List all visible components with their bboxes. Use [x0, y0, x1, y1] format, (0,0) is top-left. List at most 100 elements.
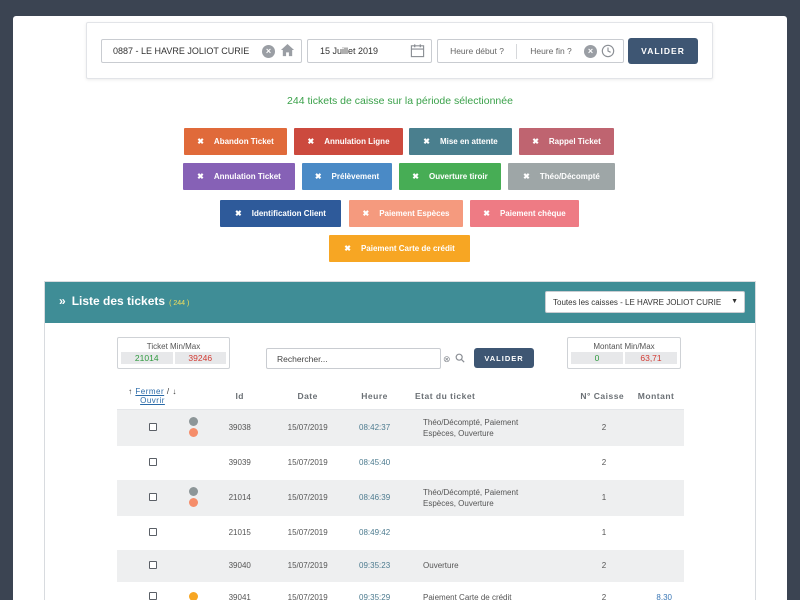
clear-store-icon[interactable]: × — [262, 45, 275, 58]
remove-tag-icon[interactable]: ✖ — [412, 172, 419, 181]
tag-prelevement[interactable]: ✖ Prélèvement — [302, 163, 392, 190]
table-row[interactable]: 39038 15/07/2019 08:42:37 Théo/Décompté, Pa… — [117, 409, 684, 447]
row-checkbox[interactable] — [148, 560, 157, 569]
remove-tag-icon[interactable]: ✖ — [532, 137, 539, 146]
clock-icon[interactable] — [601, 44, 615, 58]
remove-tag-icon[interactable]: ✖ — [315, 172, 322, 181]
tag-label: Paiement chèque — [499, 209, 566, 218]
tag-label: Paiement Espèces — [379, 209, 450, 218]
tickets-summary: 244 tickets de caisse sur la période sél… — [287, 95, 513, 107]
ticket-time: 08:45:40 — [344, 446, 406, 480]
hour-start-input[interactable]: Heure début ? — [438, 46, 516, 56]
remove-tag-icon[interactable]: ✖ — [483, 209, 490, 218]
date-value: 15 Juillet 2019 — [320, 46, 379, 56]
search-validate-button[interactable]: VALIDER — [474, 348, 534, 368]
row-checkbox-cell — [117, 516, 188, 550]
ticket-etat: Ouverture — [405, 549, 548, 583]
ticket-id: 21015 — [208, 516, 272, 550]
row-status-dots — [188, 516, 209, 550]
ticket-id: 39038 — [208, 409, 272, 447]
montant-min-value[interactable]: 0 — [571, 352, 623, 364]
collapse-all-link[interactable]: Fermer — [135, 387, 164, 396]
tag-theo-decompte[interactable]: ✖ Théo/Décompté — [508, 163, 615, 190]
date-picker[interactable]: 15 Juillet 2019 — [307, 39, 432, 63]
ticket-minmax: Ticket Min/Max 21014 39246 — [117, 337, 230, 369]
ticket-caisse: 1 — [547, 516, 629, 550]
tag-label: Annulation Ligne — [324, 137, 390, 146]
validate-filter-button[interactable]: VALIDER — [628, 38, 698, 64]
row-status-dots — [188, 409, 209, 447]
panel-header: » Liste des tickets ( 244 ) Toutes les c… — [45, 282, 755, 323]
col-montant[interactable]: Montant — [628, 384, 684, 410]
row-checkbox[interactable] — [148, 527, 157, 536]
table-row[interactable]: 21014 15/07/2019 08:46:39 Théo/Décompté, Pa… — [117, 479, 684, 517]
tag-paiement-carte-credit[interactable]: ✖ Paiement Carte de crédit — [329, 235, 470, 262]
app-frame: 0887 - LE HAVRE JOLIOT CURIE × 15 Juille… — [13, 16, 787, 600]
remove-tag-icon[interactable]: ✖ — [235, 209, 242, 218]
row-checkbox[interactable] — [148, 457, 157, 466]
expand-all-link[interactable]: Ouvrir — [140, 396, 165, 405]
remove-tag-icon[interactable]: ✖ — [197, 172, 204, 181]
ticket-time: 09:35:23 — [344, 549, 406, 583]
row-checkbox[interactable] — [148, 592, 157, 600]
col-heure[interactable]: Heure — [344, 384, 406, 410]
remove-tag-icon[interactable]: ✖ — [523, 172, 530, 181]
tag-paiement-especes[interactable]: ✖ Paiement Espèces — [349, 200, 463, 227]
store-select[interactable]: 0887 - LE HAVRE JOLIOT CURIE × — [101, 39, 302, 63]
ticket-count-badge: ( 244 ) — [169, 300, 190, 307]
col-caisse[interactable]: N° Caisse — [547, 384, 629, 410]
ticket-montant: 8,30 — [628, 582, 684, 600]
ticket-max-value[interactable]: 39246 — [174, 352, 226, 364]
clear-search-icon[interactable]: ⊗ — [443, 354, 451, 365]
remove-tag-icon[interactable]: ✖ — [197, 137, 204, 146]
ticket-date: 15/07/2019 — [271, 582, 345, 600]
search-icon[interactable] — [455, 353, 465, 363]
col-date[interactable]: Date — [271, 384, 345, 410]
row-checkbox-cell — [117, 549, 188, 583]
home-icon[interactable] — [280, 43, 295, 58]
status-dot-icon — [189, 497, 198, 507]
tag-label: Ouverture tiroir — [429, 172, 488, 181]
montant-minmax-label: Montant Min/Max — [593, 342, 655, 351]
col-id[interactable]: Id — [208, 384, 272, 410]
tag-paiement-cheque[interactable]: ✖ Paiement chèque — [470, 200, 579, 227]
tag-annulation-ticket[interactable]: ✖ Annulation Ticket — [183, 163, 295, 190]
search-input[interactable]: Rechercher... ⊗ — [266, 348, 465, 369]
ticket-caisse: 2 — [547, 446, 629, 480]
row-checkbox[interactable] — [148, 492, 157, 501]
table-row[interactable]: 39041 15/07/2019 09:35:29 Paiement Carte de… — [117, 582, 684, 600]
tag-identification-client[interactable]: ✖ Identification Client — [220, 200, 341, 227]
ticket-montant — [628, 516, 684, 550]
table-row[interactable]: 39039 15/07/2019 08:45:40 2 — [117, 446, 684, 480]
table-row[interactable]: 21015 15/07/2019 08:49:42 1 — [117, 516, 684, 550]
tag-annulation-ligne[interactable]: ✖ Annulation Ligne — [294, 128, 403, 155]
col-etat[interactable]: Etat du ticket — [405, 384, 548, 410]
clear-hours-icon[interactable]: × — [584, 45, 597, 58]
remove-tag-icon[interactable]: ✖ — [423, 137, 430, 146]
ticket-id: 39041 — [208, 582, 272, 600]
row-checkbox[interactable] — [148, 422, 157, 431]
tag-rappel-ticket[interactable]: ✖ Rappel Ticket — [519, 128, 614, 155]
tag-mise-en-attente[interactable]: ✖ Mise en attente — [409, 128, 512, 155]
ticket-min-value[interactable]: 21014 — [121, 352, 173, 364]
remove-tag-icon[interactable]: ✖ — [307, 137, 314, 146]
row-status-dots — [188, 582, 209, 600]
ticket-id: 39039 — [208, 446, 272, 480]
table-row[interactable]: 39040 15/07/2019 09:35:23 Ouverture 2 — [117, 549, 684, 583]
ticket-caisse: 2 — [547, 409, 629, 447]
ticket-time: 08:42:37 — [344, 409, 406, 447]
tag-label: Mise en attente — [439, 137, 498, 146]
remove-tag-icon[interactable]: ✖ — [363, 209, 370, 218]
tag-abandon-ticket[interactable]: ✖ Abandon Ticket — [184, 128, 287, 155]
caisse-select[interactable]: Toutes les caisses - LE HAVRE JOLIOT CUR… — [545, 291, 745, 313]
calendar-icon[interactable] — [410, 43, 425, 58]
status-dot-icon — [189, 591, 198, 600]
ticket-date: 15/07/2019 — [271, 479, 345, 517]
montant-max-value[interactable]: 63,71 — [625, 352, 677, 364]
tag-ouverture-tiroir[interactable]: ✖ Ouverture tiroir — [399, 163, 501, 190]
tag-label: Paiement Carte de crédit — [360, 244, 455, 253]
double-chevron-icon: » — [59, 294, 66, 308]
hour-end-input[interactable]: Heure fin ? — [517, 46, 585, 56]
ticket-etat: Paiement Carte de crédit — [405, 582, 548, 600]
remove-tag-icon[interactable]: ✖ — [344, 244, 351, 253]
